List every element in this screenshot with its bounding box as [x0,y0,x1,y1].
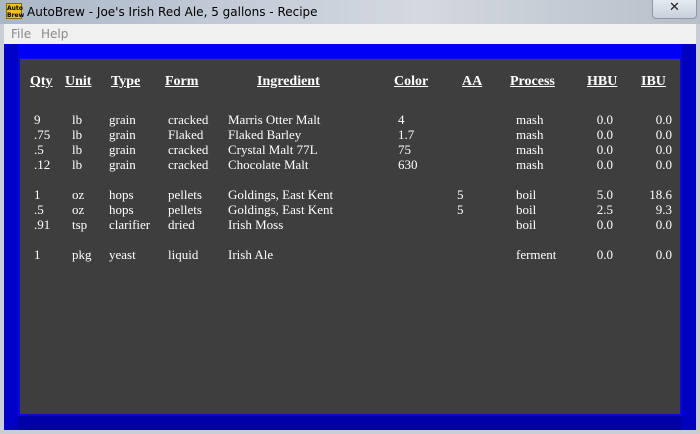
cell-process: mash [516,127,544,142]
recipe-panel: Qty Unit Type Form Ingredient Color AA P… [20,59,680,414]
title-bar: Auto Brew AutoBrew - Joe's Irish Red Ale… [0,0,700,24]
cell-process: mash [516,112,544,127]
col-header-ingredient[interactable]: Ingredient [257,74,320,90]
cell-qty: .75 [34,127,51,142]
cell-ibu: 0.0 [655,247,672,262]
cell-type: hops [109,187,134,202]
cell-type: grain [109,127,136,142]
cell-ibu: 0.0 [655,157,672,172]
col-header-unit[interactable]: Unit [65,74,91,90]
cell-hbu: 0.0 [596,142,613,157]
cell-unit: lb [72,127,83,142]
cell-form: cracked [168,142,209,157]
cell-ingredient: Goldings, East Kent [228,187,334,202]
frame-bevel-left [4,44,18,430]
cell-ibu: 9.3 [655,202,672,217]
cell-qty: 9 [34,112,41,127]
cell-type: grain [109,112,136,127]
cell-aa: 5 [457,187,464,202]
cell-ibu: 18.6 [649,187,672,202]
cell-ingredient: Goldings, East Kent [228,202,334,217]
cell-form: liquid [168,247,199,262]
cell-qty: .12 [34,157,51,172]
cell-unit: oz [72,202,85,217]
cell-form: pellets [168,202,202,217]
cell-ingredient: Crystal Malt 77L [228,142,318,157]
col-header-color[interactable]: Color [394,74,428,90]
cell-hbu: 0.0 [596,112,613,127]
cell-unit: lb [72,112,83,127]
cell-unit: lb [72,157,83,172]
col-header-qty[interactable]: Qty [30,74,53,90]
cell-ingredient: Flaked Barley [228,127,302,142]
cell-unit: pkg [72,247,92,262]
col-header-ibu[interactable]: IBU [641,74,666,90]
cell-process: boil [516,202,537,217]
window-title: AutoBrew - Joe's Irish Red Ale, 5 gallon… [27,5,318,19]
cell-ingredient: Irish Moss [228,217,284,232]
menu-bar: File Help [4,24,696,45]
cell-unit: lb [72,142,83,157]
cell-type: grain [109,157,136,172]
cell-type: clarifier [109,217,151,232]
cell-ibu: 0.0 [655,217,672,232]
cell-ibu: 0.0 [655,142,672,157]
cell-process: ferment [516,247,557,262]
cell-hbu: 0.0 [596,157,613,172]
cell-hbu: 0.0 [596,127,613,142]
cell-qty: .91 [34,217,51,232]
cell-unit: tsp [72,217,88,232]
col-header-aa[interactable]: AA [462,74,482,90]
cell-process: boil [516,217,537,232]
app-icon: Auto Brew [6,3,25,19]
cell-ibu: 0.0 [655,112,672,127]
menu-help[interactable]: Help [41,27,68,41]
col-header-type[interactable]: Type [111,74,140,90]
cell-unit: oz [72,187,85,202]
cell-ingredient: Marris Otter Malt [228,112,321,127]
cell-form: cracked [168,112,209,127]
frame-bevel-right [682,44,696,430]
cell-form: Flaked [168,127,204,142]
frame-bevel-bottom [4,416,696,430]
cell-hbu: 0.0 [596,217,613,232]
cell-ingredient: Irish Ale [228,247,274,262]
col-header-form[interactable]: Form [165,74,198,90]
cell-qty: .5 [34,202,44,217]
cell-qty: 1 [34,187,41,202]
cell-process: boil [516,187,537,202]
cell-process: mash [516,142,544,157]
cell-color: 4 [398,112,405,127]
col-header-hbu[interactable]: HBU [587,74,617,90]
cell-type: grain [109,142,136,157]
cell-process: mash [516,157,544,172]
cell-color: 75 [398,142,411,157]
cell-qty: .5 [34,142,44,157]
col-header-process[interactable]: Process [510,74,555,90]
cell-hbu: 0.0 [596,247,613,262]
cell-form: dried [168,217,195,232]
cell-qty: 1 [34,247,41,262]
close-button[interactable]: ✕ [652,0,697,19]
cell-hbu: 2.5 [596,202,613,217]
cell-aa: 5 [457,202,464,217]
frame-bevel-top [4,44,696,58]
cell-type: hops [109,202,134,217]
cell-ibu: 0.0 [655,127,672,142]
menu-file[interactable]: File [11,27,31,41]
cell-ingredient: Chocolate Malt [228,157,309,172]
cell-color: 1.7 [398,127,415,142]
cell-form: pellets [168,187,202,202]
cell-color: 630 [398,157,418,172]
cell-hbu: 5.0 [596,187,613,202]
cell-form: cracked [168,157,209,172]
cell-type: yeast [109,247,136,262]
